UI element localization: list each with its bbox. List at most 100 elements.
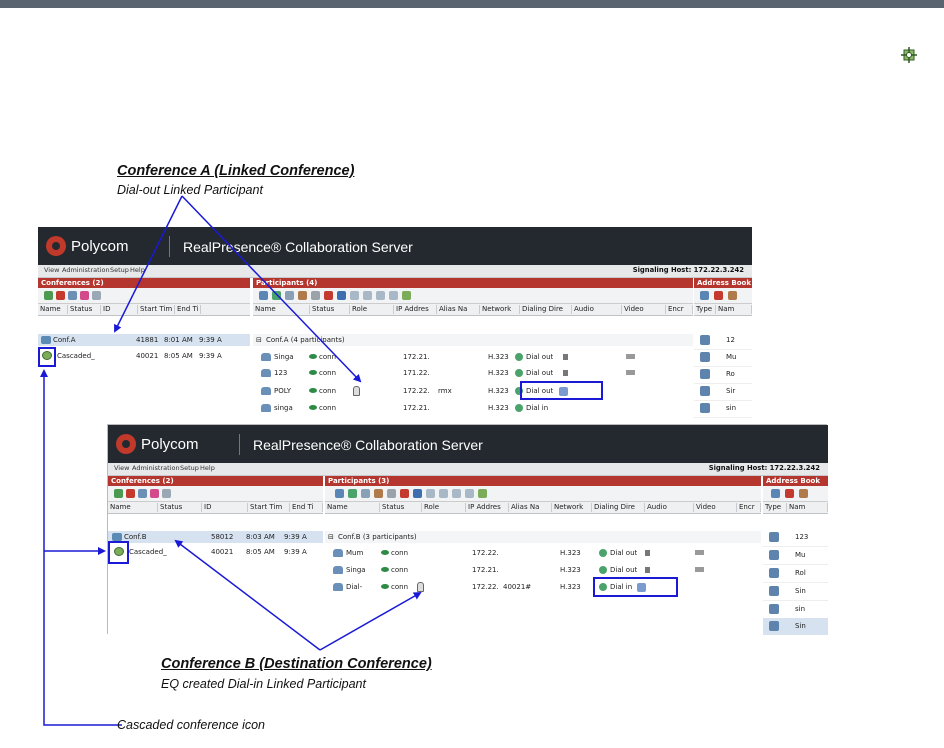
participant-row[interactable]: Mum conn 172.22. H.323 Dial out [325, 547, 761, 559]
conference-extend-icon[interactable] [80, 291, 89, 300]
col-network[interactable]: Network [480, 305, 520, 314]
block-video-icon[interactable] [426, 489, 435, 498]
add-address-icon[interactable] [771, 489, 780, 498]
participant-row[interactable]: Singa conn 172.21. H.323 Dial out [325, 564, 761, 576]
participant-properties-icon[interactable] [311, 291, 320, 300]
monitor-icon[interactable] [439, 489, 448, 498]
col-id[interactable]: ID [202, 503, 248, 512]
suspend-video-icon[interactable] [337, 291, 346, 300]
col-audio[interactable]: Audio [572, 305, 622, 314]
conference-row[interactable]: Cascaded_ 40021 8:05 AM 9:39 A [108, 546, 323, 558]
col-name[interactable]: Name [38, 305, 68, 314]
col-status[interactable]: Status [158, 503, 202, 512]
delete-conference-icon[interactable] [56, 291, 65, 300]
address-book-row[interactable]: Mu [694, 349, 752, 367]
col-encryption[interactable]: Encr [666, 305, 693, 314]
col-video[interactable]: Video [694, 503, 737, 512]
menu-setup[interactable]: Setup [180, 464, 199, 472]
col-dialing-direction[interactable]: Dialing Dire [520, 305, 572, 314]
address-book-row[interactable]: Sin [763, 618, 828, 635]
address-book-row[interactable]: Sin [763, 583, 828, 601]
menu-view[interactable]: View [44, 266, 59, 274]
col-name[interactable]: Name [253, 305, 310, 314]
address-group-icon[interactable] [728, 291, 737, 300]
participant-row[interactable]: singa conn 172.21. H.323 Dial in [253, 402, 693, 414]
menu-administration[interactable]: Administration [62, 266, 110, 274]
monitor-icon[interactable] [363, 291, 372, 300]
col-type[interactable]: Type [763, 503, 787, 512]
conference-properties-icon[interactable] [138, 489, 147, 498]
add-address-icon[interactable] [700, 291, 709, 300]
disconnect-participant-icon[interactable] [285, 291, 294, 300]
participant-group-row[interactable]: ⊟ Conf.B (3 participants) [325, 531, 761, 543]
connect-participant-icon[interactable] [348, 489, 357, 498]
back-to-home-icon[interactable] [465, 489, 474, 498]
new-conference-icon[interactable] [114, 489, 123, 498]
mute-audio-icon[interactable] [374, 489, 383, 498]
add-participant-icon[interactable] [259, 291, 268, 300]
move-participant-icon[interactable] [452, 489, 461, 498]
col-name[interactable]: Name [325, 503, 380, 512]
address-group-icon[interactable] [799, 489, 808, 498]
menu-help[interactable]: Help [130, 266, 145, 274]
col-status[interactable]: Status [380, 503, 422, 512]
block-video-icon[interactable] [350, 291, 359, 300]
delete-address-icon[interactable] [714, 291, 723, 300]
col-audio[interactable]: Audio [645, 503, 694, 512]
col-end-time[interactable]: End Ti [290, 503, 323, 512]
link-icon[interactable] [478, 489, 487, 498]
add-participant-icon[interactable] [335, 489, 344, 498]
back-to-home-icon[interactable] [389, 291, 398, 300]
menu-view[interactable]: View [114, 464, 129, 472]
col-alias-name[interactable]: Alias Na [509, 503, 552, 512]
address-book-row[interactable]: 12 [694, 332, 752, 350]
col-start-time[interactable]: Start Tim [138, 305, 175, 314]
delete-participant-icon[interactable] [400, 489, 409, 498]
address-book-row[interactable]: Rol [763, 565, 828, 583]
col-status[interactable]: Status [68, 305, 101, 314]
conference-properties-icon[interactable] [68, 291, 77, 300]
col-ip-address[interactable]: IP Addres [466, 503, 509, 512]
delete-address-icon[interactable] [785, 489, 794, 498]
col-type[interactable]: Type [694, 305, 716, 314]
participant-row[interactable]: 123 conn 171.22. H.323 Dial out [253, 367, 693, 379]
col-start-time[interactable]: Start Tim [248, 503, 290, 512]
address-book-row[interactable]: Ro [694, 366, 752, 384]
col-name[interactable]: Name [108, 503, 158, 512]
col-end-time[interactable]: End Ti [175, 305, 201, 314]
move-participant-icon[interactable] [376, 291, 385, 300]
link-icon[interactable] [402, 291, 411, 300]
collapse-icon[interactable]: ⊟ [256, 336, 262, 344]
col-alias-name[interactable]: Alias Na [437, 305, 480, 314]
participant-row[interactable]: Singa conn 172.21. H.323 Dial out [253, 351, 693, 363]
conference-lock-icon[interactable] [92, 291, 101, 300]
col-status[interactable]: Status [310, 305, 350, 314]
new-conference-icon[interactable] [44, 291, 53, 300]
col-role[interactable]: Role [422, 503, 466, 512]
conference-lock-icon[interactable] [162, 489, 171, 498]
col-ab-name[interactable]: Nam [787, 503, 828, 512]
conference-row[interactable]: Cascaded_ 40021 8:05 AM 9:39 A [38, 350, 250, 362]
disconnect-participant-icon[interactable] [361, 489, 370, 498]
address-book-row[interactable]: sin [694, 400, 752, 418]
delete-conference-icon[interactable] [126, 489, 135, 498]
address-book-row[interactable]: sin [763, 601, 828, 619]
address-book-row[interactable]: Mu [763, 547, 828, 565]
collapse-icon[interactable]: ⊟ [328, 533, 334, 541]
participant-row[interactable]: Dial- conn 172.22. 40021# H.323 Dial in [325, 581, 761, 593]
address-book-row[interactable]: Sir [694, 383, 752, 401]
menu-help[interactable]: Help [200, 464, 215, 472]
col-role[interactable]: Role [350, 305, 394, 314]
participant-row[interactable]: POLY conn 172.22. rmx H.323 Dial out [253, 385, 693, 397]
col-network[interactable]: Network [552, 503, 592, 512]
mute-audio-icon[interactable] [298, 291, 307, 300]
delete-participant-icon[interactable] [324, 291, 333, 300]
suspend-video-icon[interactable] [413, 489, 422, 498]
col-id[interactable]: ID [101, 305, 138, 314]
participant-group-row[interactable]: ⊟ Conf.A (4 participants) [253, 334, 693, 346]
col-ip-address[interactable]: IP Addres [394, 305, 437, 314]
col-video[interactable]: Video [622, 305, 666, 314]
col-dialing-direction[interactable]: Dialing Dire [592, 503, 645, 512]
col-encryption[interactable]: Encr [737, 503, 761, 512]
participant-properties-icon[interactable] [387, 489, 396, 498]
